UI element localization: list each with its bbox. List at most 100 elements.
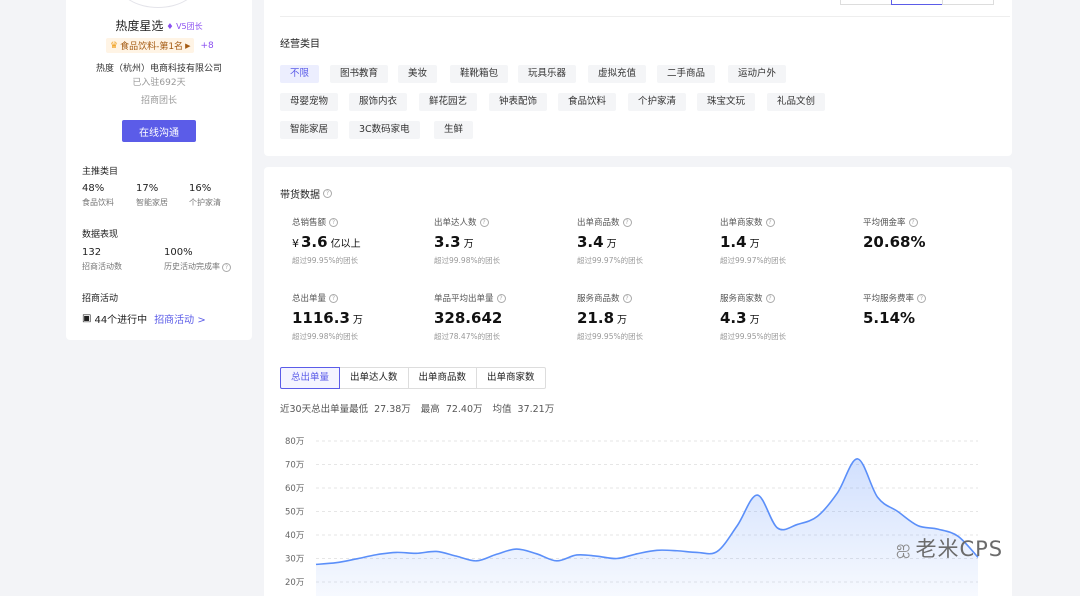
category-chip[interactable]: 鲜花园艺 (419, 93, 478, 111)
help-icon[interactable]: ? (765, 217, 775, 227)
metric-card: 出单达人数? 3.3 万超过99.98%的团长 (434, 216, 500, 266)
metric-value: 328.642 (434, 309, 503, 327)
help-icon[interactable]: ? (222, 263, 231, 272)
metric-card: 服务商品数? 21.8 万超过99.95%的团长 (577, 292, 643, 342)
data-point[interactable] (855, 456, 861, 462)
metric-rank: 超过99.98%的团长 (434, 256, 501, 265)
metric-card: 单品平均出单量? 328.642 超过78.47%的团长 (434, 292, 506, 342)
help-icon[interactable]: ? (329, 217, 339, 227)
help-icon[interactable]: ? (622, 293, 632, 303)
avatar[interactable] (118, 0, 198, 8)
chart-tab[interactable]: 总出单量 (280, 367, 341, 389)
category-chip[interactable]: 智能家居 (280, 121, 339, 139)
metric-rank: 超过99.97%的团长 (577, 256, 644, 265)
category-chip[interactable]: 母婴宠物 (280, 93, 339, 111)
caret-right-icon: ▶ (185, 41, 191, 50)
help-icon[interactable]: ? (622, 217, 632, 227)
category-chip[interactable]: 图书教育 (330, 65, 389, 83)
data-point[interactable] (393, 549, 399, 555)
metric-card: 服务商家数? 4.3 万超过99.95%的团长 (720, 292, 786, 342)
data-point[interactable] (614, 556, 620, 562)
metric-card: 总出单量? 1116.3 万超过99.98%的团长 (292, 292, 363, 342)
main-category-1: 48% 食品饮料 (82, 183, 114, 207)
data-point[interactable] (694, 549, 700, 555)
data-point[interactable] (594, 553, 600, 559)
metric-rank: 超过99.97%的团长 (720, 256, 787, 265)
top-tab-group[interactable] (840, 0, 994, 5)
category-chip[interactable]: 珠宝文玩 (697, 93, 756, 111)
data-point[interactable] (333, 560, 339, 566)
help-icon[interactable]: ? (908, 217, 918, 227)
rank-pill[interactable]: ♛ 食品饮料-第1名 ▶ (106, 38, 195, 53)
data-point[interactable] (494, 551, 500, 557)
data-point[interactable] (794, 521, 800, 527)
activity-link[interactable]: 招商活动 > (154, 311, 206, 326)
join-days: 已入驻692天 (132, 78, 186, 88)
category-chip[interactable]: 鞋靴箱包 (450, 65, 509, 83)
metric-label: 总销售额 (292, 218, 327, 228)
data-point[interactable] (895, 509, 901, 515)
category-chip[interactable]: 3C数码家电 (349, 121, 420, 139)
rank-more[interactable]: +8 (200, 41, 213, 51)
data-point[interactable] (453, 553, 459, 559)
data-point[interactable] (915, 523, 921, 529)
help-icon[interactable]: ? (917, 293, 927, 303)
data-point[interactable] (774, 525, 780, 531)
category-chip[interactable]: 生鲜 (434, 121, 474, 139)
metric-label: 总出单量 (292, 294, 327, 304)
calendar-icon: ▣ (82, 313, 92, 324)
data-point[interactable] (714, 548, 720, 554)
category-chip[interactable]: 钟表配饰 (489, 93, 548, 111)
category-chip[interactable]: 玩具乐器 (518, 65, 577, 83)
data-point[interactable] (815, 513, 821, 519)
data-point[interactable] (754, 492, 760, 498)
y-tick-label: 60万 (285, 484, 304, 494)
data-point[interactable] (534, 551, 540, 557)
data-point[interactable] (413, 550, 419, 556)
metric-card: 平均服务费率? 5.14% (863, 292, 927, 327)
help-icon[interactable]: ? (765, 293, 775, 303)
help-icon[interactable]: ? (496, 293, 506, 303)
data-point[interactable] (353, 556, 359, 562)
data-point[interactable] (514, 546, 520, 552)
category-chip[interactable]: 虚拟充值 (588, 65, 647, 83)
metric-rank: 超过99.95%的团长 (577, 332, 644, 341)
data-point[interactable] (734, 523, 740, 529)
activity-title: 招商活动 (82, 294, 119, 304)
data-point[interactable] (574, 552, 580, 558)
data-point[interactable] (674, 548, 680, 554)
metric-value: 21.8 万 (577, 309, 628, 327)
category-chip[interactable]: 不限 (280, 65, 320, 83)
metric-label: 服务商家数 (720, 294, 763, 304)
data-point[interactable] (373, 552, 379, 558)
wechat-icon: ஐ (896, 536, 911, 558)
category-chip[interactable]: 二手商品 (657, 65, 716, 83)
data-point[interactable] (313, 561, 319, 567)
data-point[interactable] (935, 526, 941, 532)
data-point[interactable] (654, 547, 660, 553)
y-tick-label: 20万 (285, 578, 304, 588)
data-point[interactable] (835, 490, 841, 496)
data-point[interactable] (473, 558, 479, 564)
category-chip[interactable]: 运动户外 (728, 65, 787, 83)
category-chip[interactable]: 礼品文创 (767, 93, 826, 111)
category-chip[interactable]: 个护家清 (628, 93, 687, 111)
activity-row: ▣ 44个进行中 招商活动 > (82, 311, 206, 326)
category-chip[interactable]: 美妆 (398, 65, 438, 83)
data-performance-title: 数据表现 (82, 230, 119, 240)
help-icon[interactable]: ? (329, 293, 339, 303)
main-category-3: 16% 个护家清 (189, 183, 221, 207)
rank-row[interactable]: ♛ 食品饮料-第1名 ▶ +8 (106, 38, 214, 53)
category-chip[interactable]: 食品饮料 (558, 93, 617, 111)
category-chip[interactable]: 服饰内衣 (349, 93, 408, 111)
data-point[interactable] (433, 548, 439, 554)
data-point[interactable] (634, 551, 640, 557)
y-tick-label: 40万 (285, 531, 304, 541)
data-point[interactable] (875, 494, 881, 500)
data-point[interactable] (554, 558, 560, 564)
help-icon[interactable]: ? (479, 217, 489, 227)
profile-name: 热度星选 (115, 19, 164, 33)
metric-label: 服务商品数 (577, 294, 620, 304)
contact-online-button[interactable]: 在线沟通 (122, 120, 196, 142)
metric-rank: 超过99.95%的团长 (292, 256, 359, 265)
